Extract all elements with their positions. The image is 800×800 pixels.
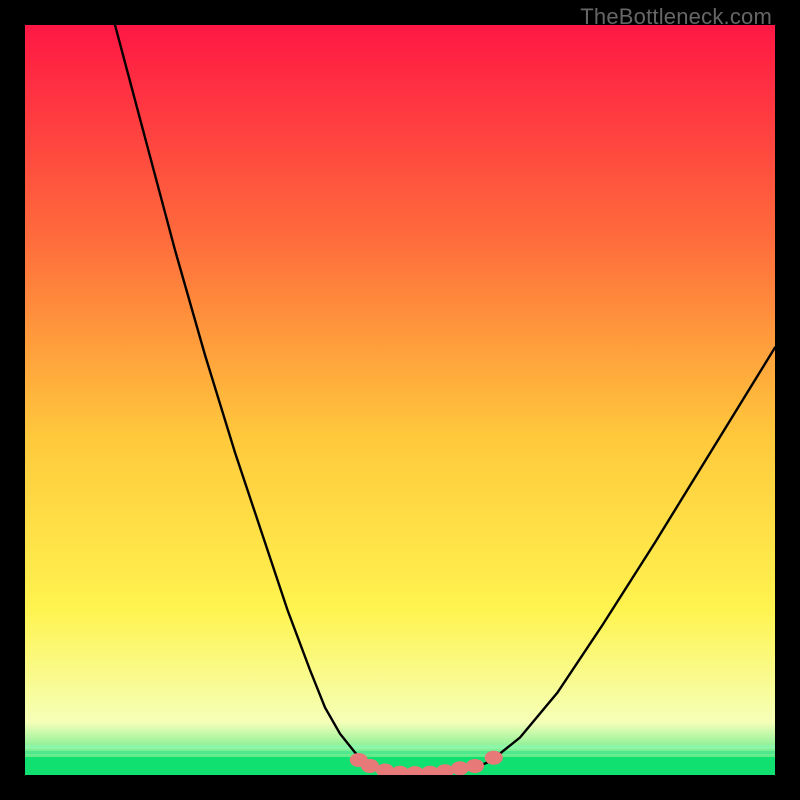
- gradient-background: [25, 25, 775, 775]
- trough-marker: [466, 759, 484, 773]
- green-stripe-2: [25, 751, 775, 754]
- bottleneck-chart: [25, 25, 775, 775]
- trough-marker: [451, 761, 469, 775]
- green-stripe-1: [25, 745, 775, 749]
- watermark-text: TheBottleneck.com: [580, 4, 772, 30]
- outer-frame: TheBottleneck.com: [0, 0, 800, 800]
- trough-marker: [485, 751, 503, 765]
